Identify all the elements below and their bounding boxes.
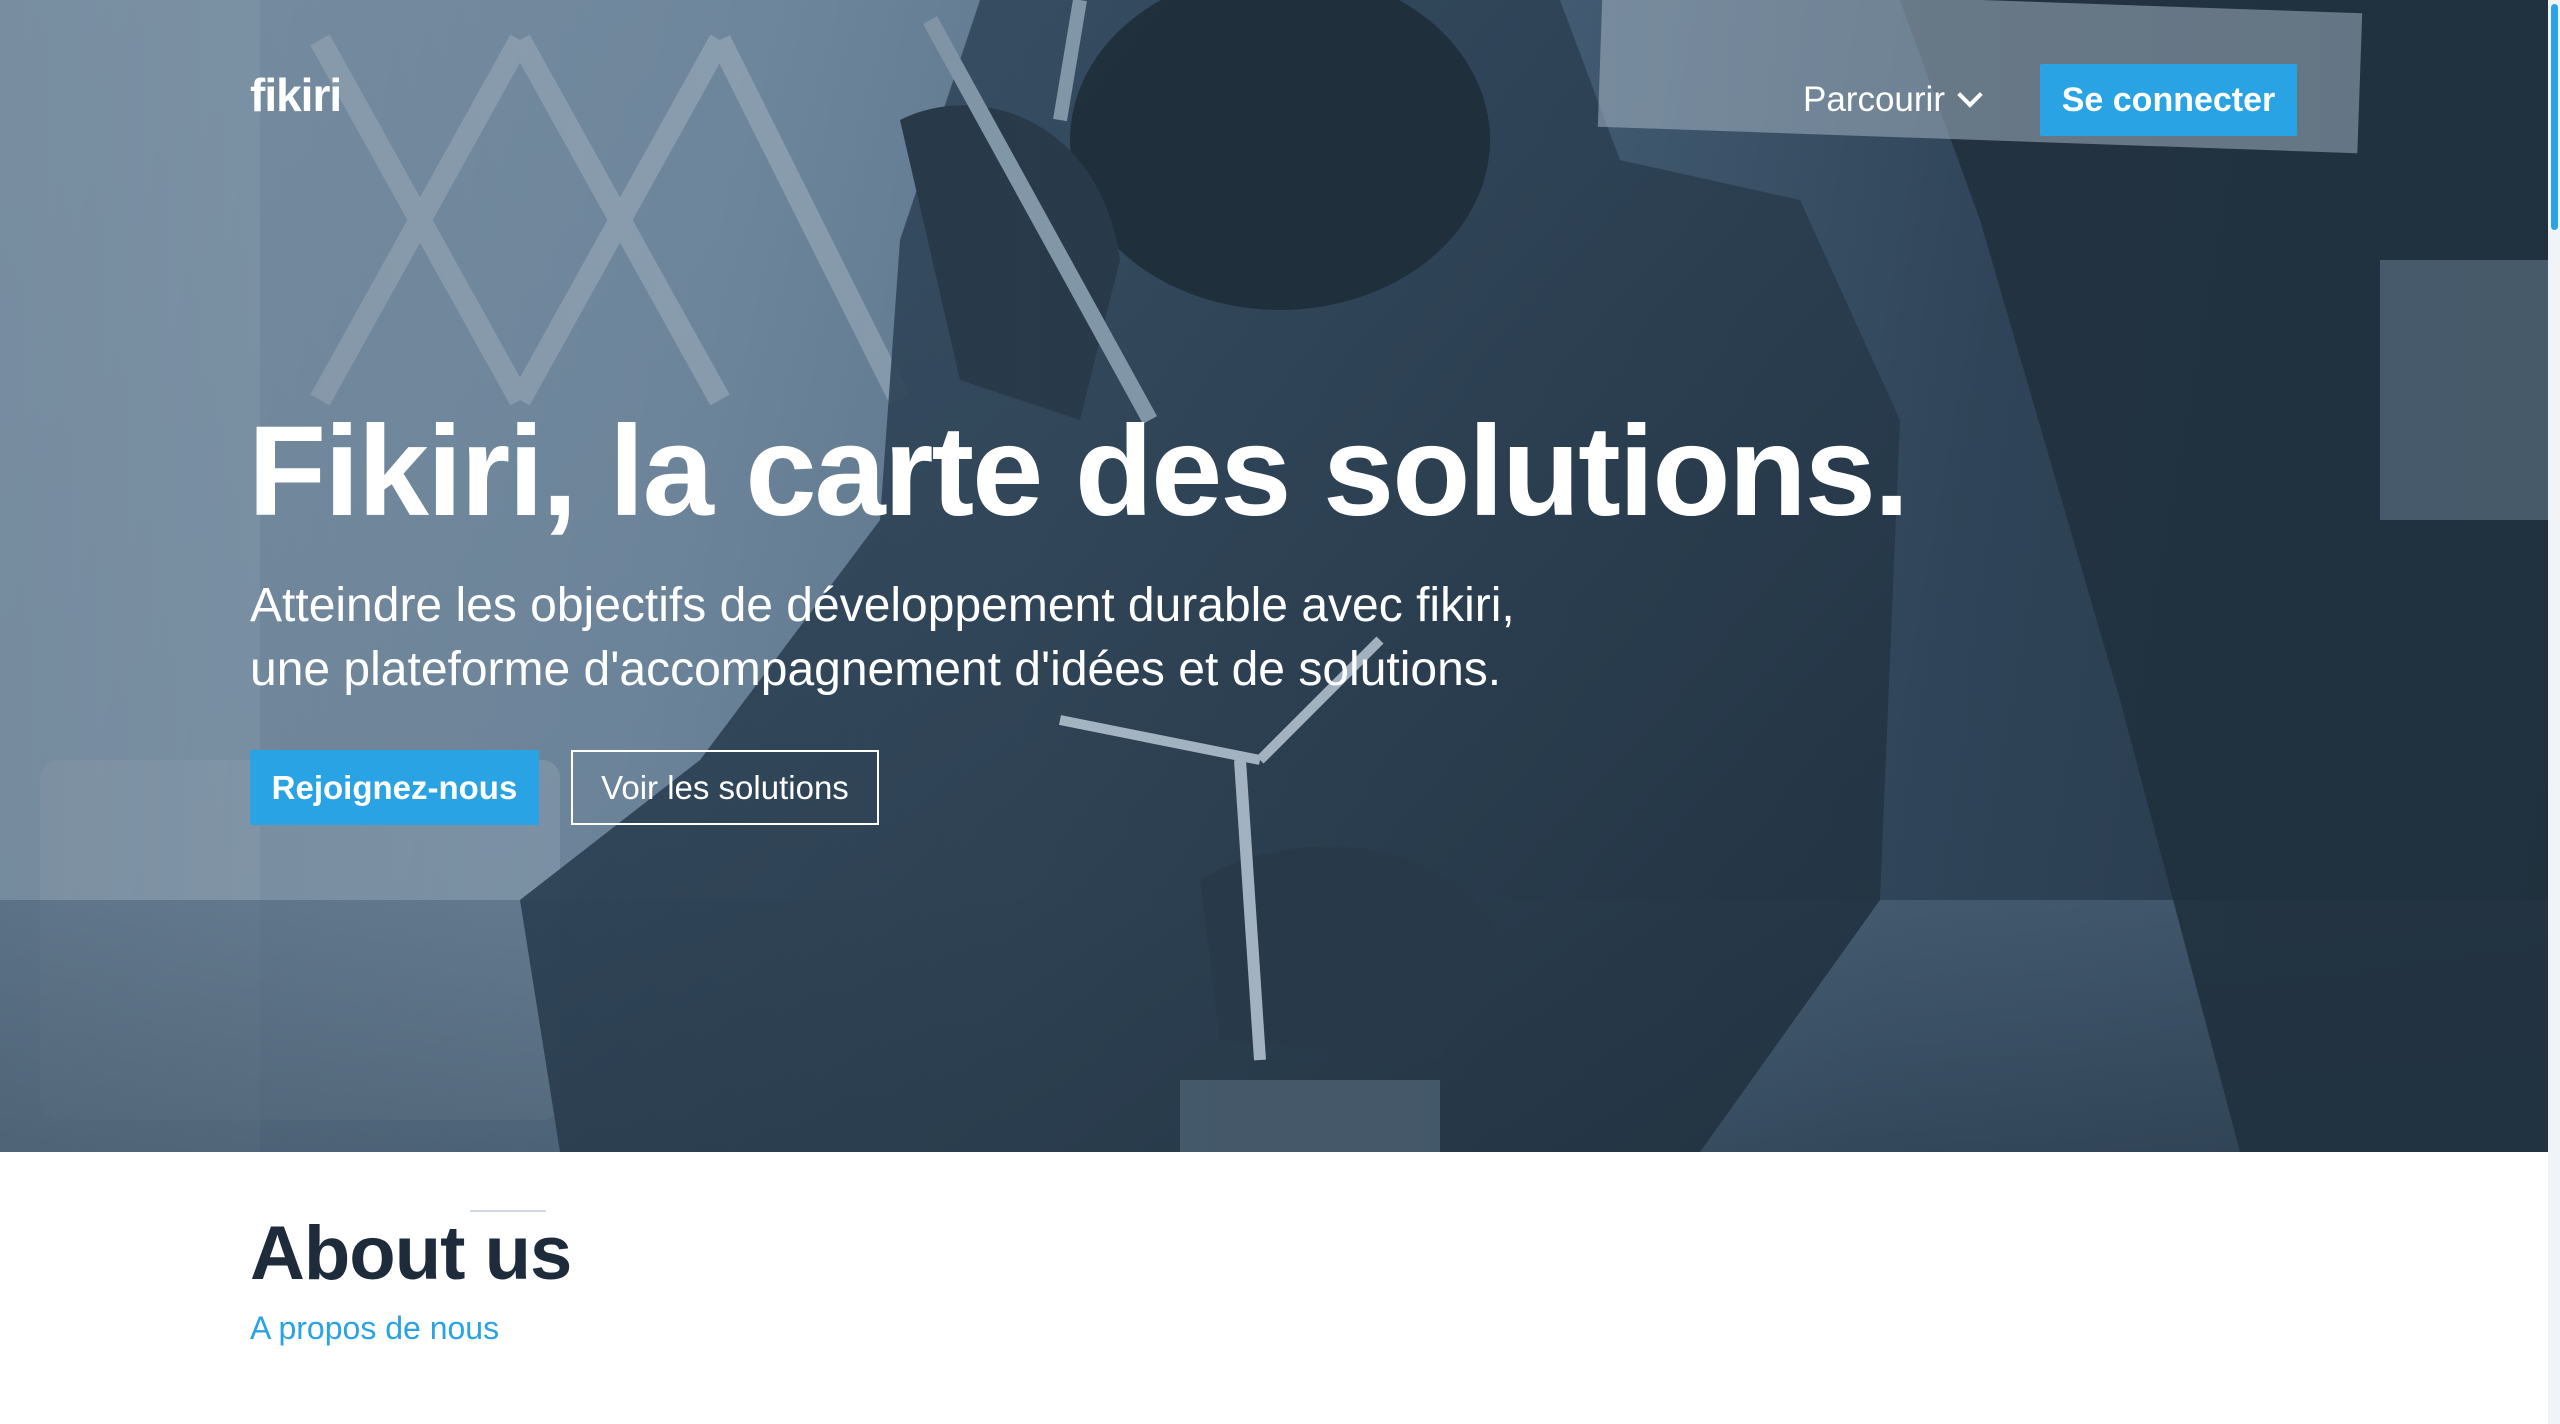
site-logo[interactable]: fikiri (250, 72, 342, 118)
about-subtitle: A propos de nous (250, 1310, 500, 1346)
chevron-down-icon (1957, 82, 1983, 108)
hero-section: fikiri Parcourir Se connecter Fikiri, la… (0, 0, 2548, 1152)
page: fikiri Parcourir Se connecter Fikiri, la… (0, 0, 2560, 1424)
login-button[interactable]: Se connecter (2040, 64, 2297, 136)
hero-title: Fikiri, la carte des solutions. (248, 400, 1909, 543)
browse-menu-label: Parcourir (1803, 80, 1945, 119)
join-button[interactable]: Rejoignez-nous (250, 750, 539, 825)
hero-subtitle-line-2: une plateforme d'accompagnement d'idées … (250, 643, 1502, 696)
view-solutions-button[interactable]: Voir les solutions (571, 750, 879, 825)
about-title: About us (250, 1211, 572, 1296)
hero-subtitle-line-1: Atteindre les objectifs de développement… (250, 579, 1515, 632)
hero-subtitle: Atteindre les objectifs de développement… (250, 574, 1650, 702)
browse-menu[interactable]: Parcourir (1803, 80, 1983, 120)
scrollbar-thumb[interactable] (2551, 4, 2558, 230)
